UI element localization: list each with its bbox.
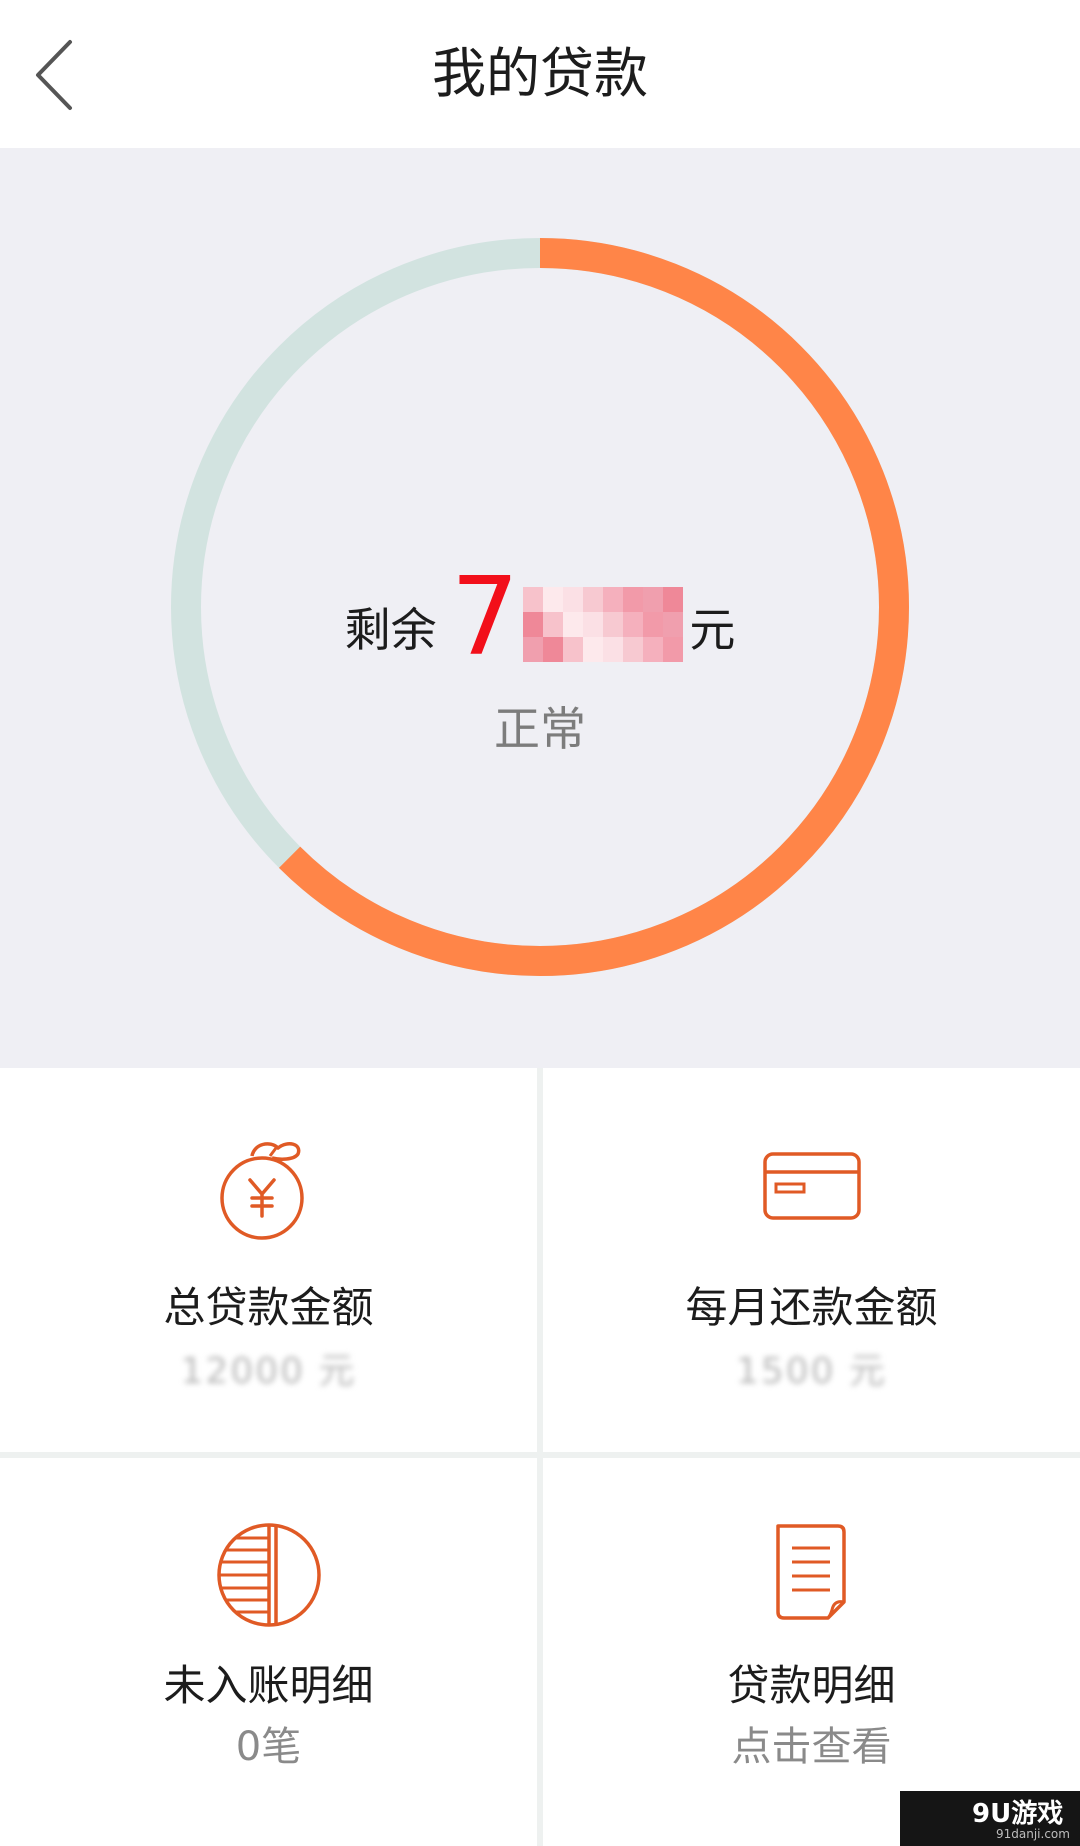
half-striped-circle-icon: [216, 1523, 321, 1627]
pixelated-amount-mask: [523, 586, 684, 662]
total-loan-value: 12000 元: [180, 1351, 357, 1392]
mask-pixel: [563, 636, 584, 662]
watermark-url: 91danji.com: [996, 1827, 1070, 1841]
mask-pixel: [603, 611, 624, 637]
total-loan-label: 总贷款金额: [163, 1283, 374, 1332]
mask-pixel: [623, 611, 644, 637]
mask-pixel: [543, 636, 564, 662]
watermark-logo-text: 9U游戏: [972, 1799, 1064, 1829]
loan-details-label: 贷款明细: [727, 1661, 896, 1710]
mask-pixel: [563, 611, 584, 637]
unbilled-details-count: 0笔: [235, 1724, 302, 1770]
monthly-repayment-tile[interactable]: 每月还款金额 1500 元: [543, 1068, 1080, 1452]
mask-pixel: [623, 586, 644, 612]
mask-pixel: [523, 586, 544, 612]
mask-pixel: [583, 586, 604, 612]
total-loan-tile[interactable]: 总贷款金额 12000 元: [0, 1068, 537, 1452]
mask-pixel: [543, 611, 564, 637]
mask-pixel: [523, 636, 544, 662]
remaining-amount-digit: 7: [450, 555, 520, 680]
mask-pixel: [603, 586, 624, 612]
mask-pixel: [543, 586, 564, 612]
mask-pixel: [643, 611, 664, 637]
mask-pixel: [623, 636, 644, 662]
mask-pixel: [663, 611, 684, 637]
money-bag-yen-icon: [219, 1142, 304, 1240]
site-watermark: 9U游戏 91danji.com: [900, 1791, 1080, 1846]
mask-pixel: [523, 611, 544, 637]
mask-pixel: [583, 636, 604, 662]
loan-status: 正常: [494, 702, 586, 756]
document-icon: [775, 1524, 846, 1620]
mask-pixel: [663, 636, 684, 662]
unbilled-details-tile[interactable]: 未入账明细 0笔: [0, 1458, 537, 1846]
loan-details-tile[interactable]: 贷款明细 点击查看: [543, 1458, 1080, 1846]
monthly-repayment-label: 每月还款金额: [685, 1283, 938, 1332]
mask-pixel: [583, 611, 604, 637]
bank-card-icon: [762, 1152, 861, 1220]
loan-menu-grid: 总贷款金额 12000 元 每月还款金额 1500 元 未入账明细 0笔 贷款明…: [0, 1068, 1080, 1846]
mask-pixel: [603, 636, 624, 662]
mask-pixel: [663, 586, 684, 612]
page-title: 我的贷款: [432, 42, 648, 105]
mask-pixel: [563, 586, 584, 612]
monthly-repayment-value: 1500 元: [735, 1351, 888, 1392]
remaining-unit: 元: [689, 603, 736, 657]
mask-pixel: [643, 636, 664, 662]
unbilled-details-label: 未入账明细: [163, 1661, 374, 1710]
loan-summary: 剩余 7 元 正常: [0, 148, 1080, 1068]
loan-details-view-link[interactable]: 点击查看: [543, 1714, 1080, 1772]
remaining-amount: 剩余 7 元: [0, 563, 1080, 673]
remaining-prefix: 剩余: [344, 603, 437, 657]
top-bar: 我的贷款: [0, 0, 1080, 148]
mask-pixel: [643, 586, 664, 612]
